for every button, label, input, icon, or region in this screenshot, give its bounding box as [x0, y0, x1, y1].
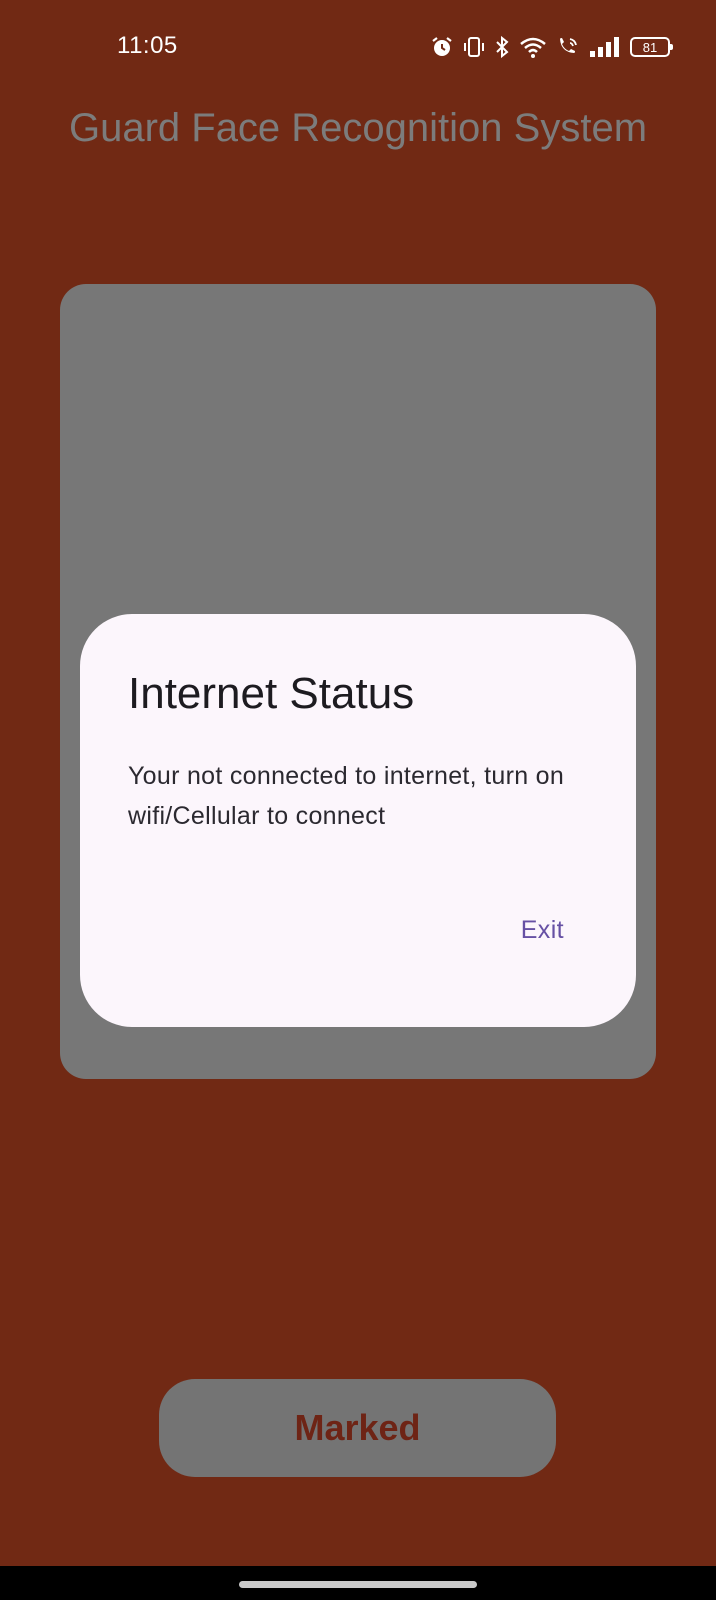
marked-button[interactable]: Marked [159, 1379, 556, 1477]
gesture-handle[interactable] [239, 1581, 477, 1588]
wifi-icon [519, 35, 547, 59]
signal-icon [589, 36, 621, 58]
app-title: Guard Face Recognition System [68, 106, 648, 150]
status-time: 11:05 [117, 32, 178, 59]
bluetooth-icon [494, 35, 510, 59]
wifi-calling-icon [556, 35, 580, 59]
internet-status-dialog: Internet Status Your not connected to in… [80, 614, 636, 1027]
alarm-icon [430, 35, 454, 59]
dialog-message: Your not connected to internet, turn on … [128, 762, 565, 830]
status-icons: 81 [430, 33, 673, 61]
status-bar: 11:05 81 [0, 0, 716, 92]
battery-level: 81 [642, 39, 658, 55]
battery-icon: 81 [630, 37, 673, 57]
dialog-title: Internet Status [128, 669, 415, 718]
vibrate-icon [463, 35, 485, 59]
exit-button[interactable]: Exit [521, 914, 564, 946]
